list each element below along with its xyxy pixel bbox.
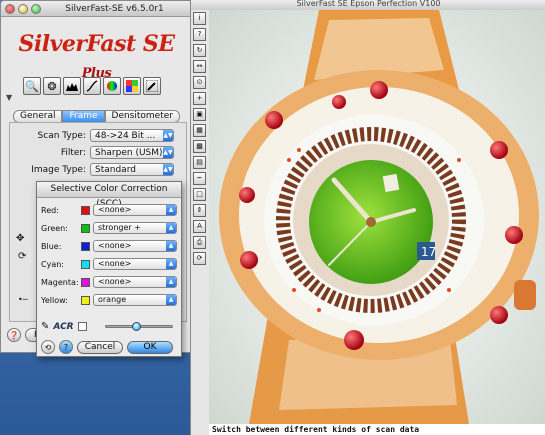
scan-type-label: Scan Type: (37, 130, 86, 141)
yellow-correction-select[interactable]: orange ▲ (93, 294, 177, 306)
refresh-icon[interactable]: ⟳ (193, 252, 206, 265)
text-icon[interactable]: A (193, 220, 206, 233)
selective-color-correction-dialog: Selective Color Correction (SCC) Red: <n… (36, 181, 182, 357)
gradation-curve-icon[interactable] (83, 77, 101, 95)
minimize-window-button[interactable] (18, 3, 28, 14)
move-icon[interactable]: ✥ (16, 233, 24, 244)
scc-row-red: Red: <none> ▲ (41, 204, 181, 216)
chevron-down-icon: ▲ (166, 205, 176, 215)
densitometer-icon[interactable]: ▣ (193, 108, 206, 121)
green-correction-select[interactable]: stronger + ▲ (93, 222, 177, 234)
scc-row-yellow: Yellow: orange ▲ (41, 294, 181, 306)
image-type-label: Image Type: (31, 164, 86, 175)
acr-label: ACR (53, 321, 74, 332)
scan-type-select[interactable]: 48->24 Bit ... ▲▼ (90, 129, 174, 142)
blue-correction-select[interactable]: <none> ▲ (93, 240, 177, 252)
help-icon[interactable]: ? (193, 28, 206, 41)
chevron-down-icon: ▲▼ (163, 164, 173, 175)
acr-slider[interactable] (105, 322, 173, 331)
red-correction-select[interactable]: <none> ▲ (93, 204, 177, 216)
help-icon[interactable]: ? (59, 340, 73, 354)
close-window-button[interactable] (5, 3, 15, 14)
acr-checkbox[interactable] (77, 322, 87, 331)
main-window-title: SilverFast-SE v6.5.0r1 (65, 3, 164, 14)
main-window-titlebar[interactable]: SilverFast-SE v6.5.0r1 (1, 1, 192, 17)
selective-color-icon[interactable] (123, 77, 141, 95)
svg-text:17: 17 (421, 245, 436, 259)
chevron-down-icon: ▲ (166, 241, 176, 251)
chevron-down-icon: ▲ (166, 259, 176, 269)
cyan-swatch (81, 259, 90, 269)
zoom-icon[interactable]: ⊙ (193, 76, 206, 89)
status-bar: Switch between different kinds of scan d… (209, 424, 545, 435)
chevron-down-icon: ▲▼ (163, 147, 173, 158)
frame-icon[interactable]: □ (193, 188, 206, 201)
pipette-icon[interactable] (143, 77, 161, 95)
red-swatch (81, 205, 90, 215)
magenta-correction-select[interactable]: <none> ▲ (93, 276, 177, 288)
rotate-icon[interactable]: ⟳ (18, 251, 26, 262)
scan-preview-image[interactable]: 17 (209, 10, 545, 424)
scc-dialog-buttons: ⟲ ? Cancel OK (41, 340, 173, 354)
disclosure-triangle-icon[interactable]: ▼ (6, 93, 12, 102)
info-icon[interactable]: i (193, 12, 206, 25)
scc-row-magenta: Magenta: <none> ▲ (41, 276, 181, 288)
help-icon[interactable]: ❓ (7, 328, 21, 342)
scc-dialog-title[interactable]: Selective Color Correction (SCC) (37, 182, 181, 209)
green-swatch (81, 223, 90, 233)
magenta-swatch (81, 277, 90, 287)
acr-control: ✎ ACR (41, 321, 87, 332)
scale-slider-icon[interactable]: •─ (18, 295, 28, 304)
scc-row-blue: Blue: <none> ▲ (41, 240, 181, 252)
acr-slider-knob[interactable] (132, 322, 141, 331)
flip-icon[interactable]: ↔ (193, 60, 206, 73)
rotate-icon[interactable]: ↻ (193, 44, 206, 57)
preview-toolbar: i ? ↻ ↔ ⊙ + ▣ ▦ ▩ ▤ ┅ □ ⇕ A ⎙ ⟳ (193, 12, 206, 268)
chevron-down-icon: ▲▼ (163, 130, 173, 141)
chevron-down-icon: ▲ (166, 277, 176, 287)
aperture-icon[interactable]: ❂ (43, 77, 61, 95)
scc-row-cyan: Cyan: <none> ▲ (41, 258, 181, 270)
cancel-button[interactable]: Cancel (77, 340, 123, 354)
print-icon[interactable]: ⎙ (193, 236, 206, 249)
reset-icon[interactable]: ⟲ (41, 340, 55, 354)
color-icon[interactable]: ▩ (193, 140, 206, 153)
silverfast-logo: SilverFast SE Plus (18, 31, 175, 81)
grid-icon[interactable]: ▦ (193, 124, 206, 137)
tool-bar: 🔍 ❂ (23, 77, 161, 95)
chevron-down-icon: ▲ (166, 223, 176, 233)
scc-row-green: Green: stronger + ▲ (41, 222, 181, 234)
zoom-icon[interactable]: 🔍 (23, 77, 41, 95)
acr-brush-icon: ✎ (41, 321, 50, 332)
ok-button[interactable]: OK (127, 340, 173, 354)
scan-mode-icon[interactable]: ▤ (193, 156, 206, 169)
color-wheel-icon[interactable] (103, 77, 121, 95)
size-icon[interactable]: ⇕ (193, 204, 206, 217)
measure-icon[interactable]: ┅ (193, 172, 206, 185)
histogram-icon[interactable] (63, 77, 81, 95)
preview-window-title[interactable]: SilverFast SE Epson Perfection V100 (191, 0, 545, 10)
yellow-swatch (81, 295, 90, 305)
filter-select[interactable]: Sharpen (USM) ▲▼ (90, 146, 174, 159)
crosshair-icon[interactable]: + (193, 92, 206, 105)
blue-swatch (81, 241, 90, 251)
cyan-correction-select[interactable]: <none> ▲ (93, 258, 177, 270)
zoom-window-button[interactable] (31, 3, 41, 14)
preview-window: SilverFast SE Epson Perfection V100 i ? … (190, 0, 545, 435)
chevron-down-icon: ▲ (166, 295, 176, 305)
image-type-select[interactable]: Standard ▲▼ (90, 163, 174, 176)
filter-label: Filter: (60, 147, 86, 158)
